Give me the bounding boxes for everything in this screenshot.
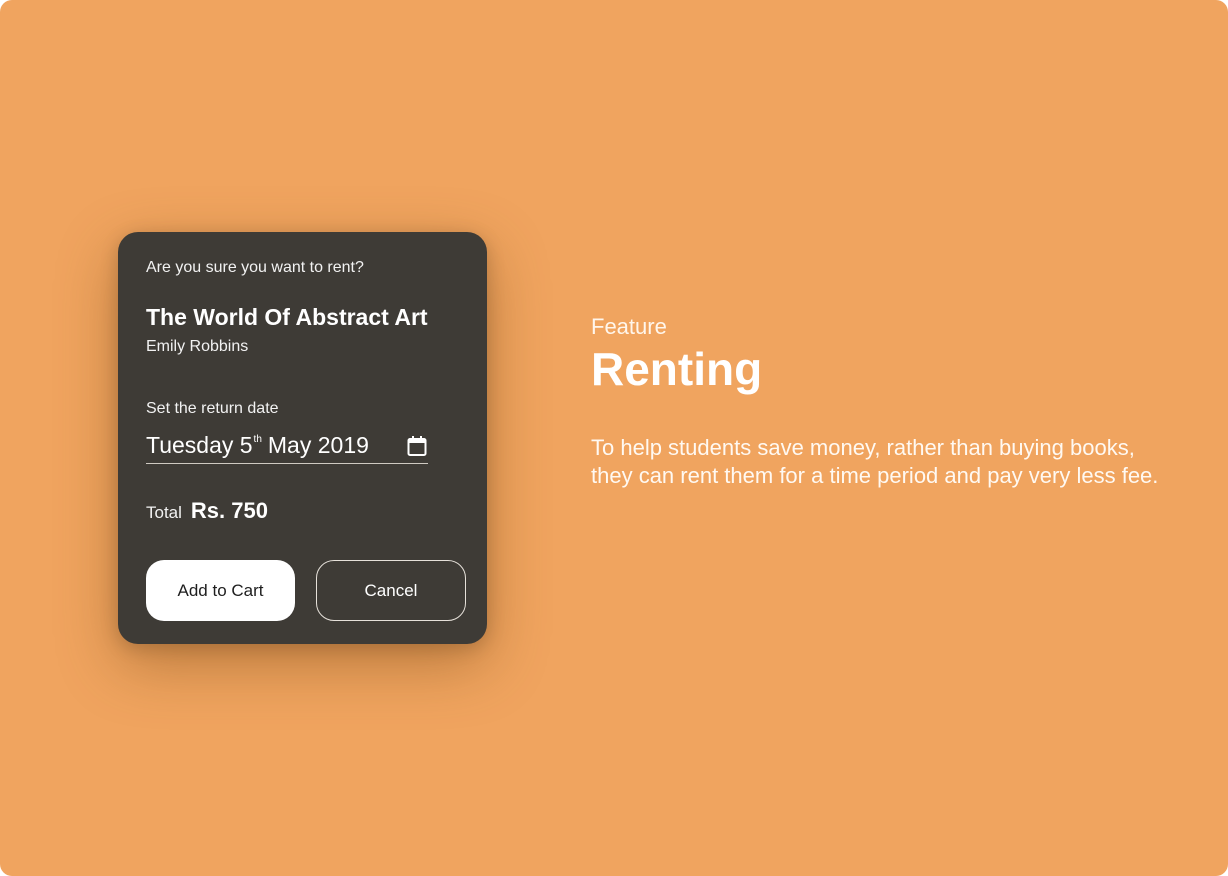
add-to-cart-button[interactable]: Add to Cart <box>146 560 295 621</box>
total-label: Total <box>146 503 182 522</box>
total-row: Total Rs. 750 <box>146 498 268 524</box>
return-date-label: Set the return date <box>146 400 279 417</box>
dialog-question: Are you sure you want to rent? <box>146 259 364 276</box>
cancel-button[interactable]: Cancel <box>316 560 466 621</box>
return-date-suffix: th <box>253 434 262 445</box>
presentation-frame: Are you sure you want to rent? The World… <box>0 0 1228 876</box>
return-date-value: Tuesday 5th May 2019 <box>146 432 369 459</box>
feature-description: To help students save money, rather than… <box>591 435 1159 488</box>
total-amount: Rs. 750 <box>190 498 268 523</box>
rent-confirmation-dialog: Are you sure you want to rent? The World… <box>118 232 487 644</box>
return-date-field[interactable]: Tuesday 5th May 2019 <box>146 428 428 464</box>
book-author: Emily Robbins <box>146 338 249 355</box>
calendar-icon[interactable] <box>406 435 428 457</box>
feature-title: Renting <box>591 343 763 395</box>
return-date-day: Tuesday 5 <box>146 432 253 458</box>
feature-label: Feature <box>591 314 667 339</box>
return-date-month-year: May 2019 <box>267 432 369 458</box>
book-title: The World Of Abstract Art <box>146 304 428 330</box>
